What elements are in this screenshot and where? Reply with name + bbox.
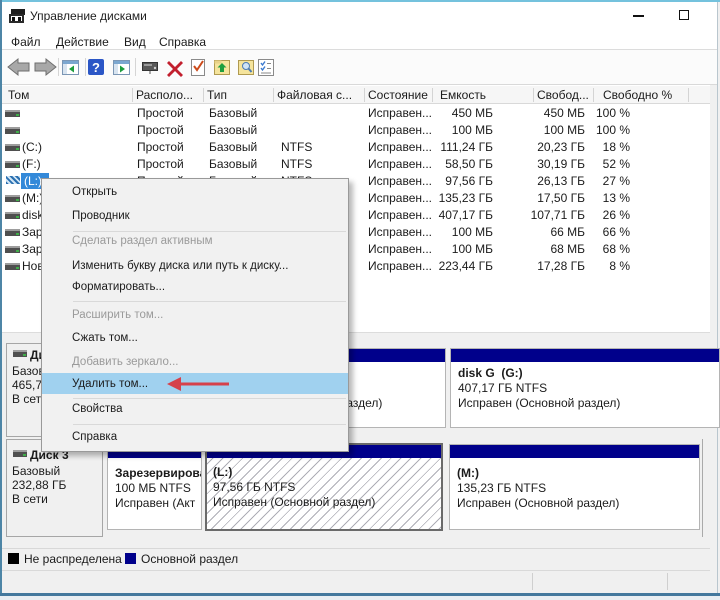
svg-text:?: ? bbox=[92, 60, 100, 75]
